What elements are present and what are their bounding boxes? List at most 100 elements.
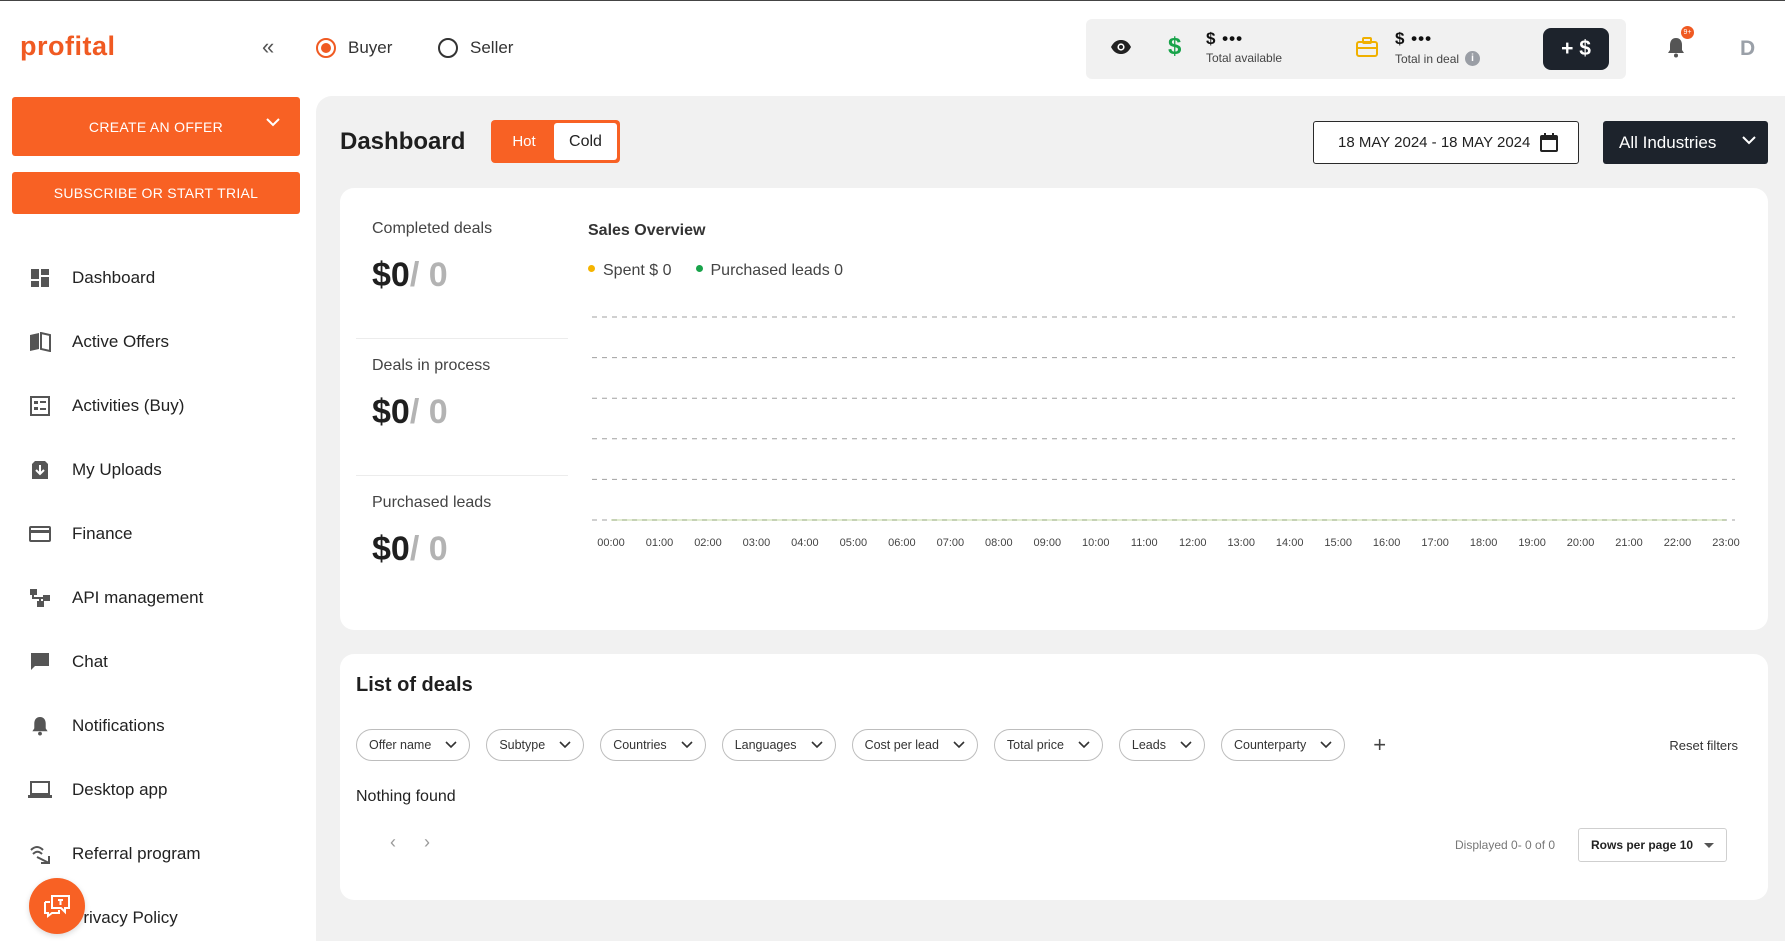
main-content: Dashboard Hot Cold 18 MAY 2024 - 18 MAY …	[316, 96, 1785, 941]
displayed-count: Displayed 0- 0 of 0	[1455, 838, 1556, 852]
sidebar-item-chat[interactable]: Chat	[0, 630, 316, 694]
x-tick-label: 03:00	[743, 537, 771, 549]
industry-value: All Industries	[1619, 132, 1717, 152]
chevron-down-icon	[953, 741, 965, 749]
sidebar-item-dashboard[interactable]: Dashboard	[0, 246, 316, 310]
x-tick-label: 17:00	[1421, 537, 1449, 549]
role-seller-radio[interactable]: Seller	[438, 38, 513, 58]
bell-icon[interactable]	[1667, 37, 1685, 58]
hot-tab[interactable]: Hot	[494, 123, 554, 160]
api-icon	[28, 586, 52, 610]
legend-dot	[588, 265, 595, 273]
filter-leads[interactable]: Leads	[1118, 729, 1205, 761]
x-tick-label: 06:00	[888, 537, 916, 549]
role-buyer-radio[interactable]: Buyer	[316, 38, 392, 58]
empty-state-text: Nothing found	[356, 788, 456, 805]
sidebar-item-label: Dashboard	[72, 268, 156, 287]
x-tick-label: 19:00	[1518, 537, 1546, 549]
sidebar-item-label: Privacy Policy	[72, 908, 178, 927]
rows-per-page-select[interactable]: Rows per page 10	[1578, 828, 1727, 862]
legend-item-purchased-leads[interactable]: Purchased leads 0	[695, 262, 843, 280]
divider	[356, 338, 568, 339]
divider	[356, 475, 568, 476]
filter-languages[interactable]: Languages	[721, 729, 836, 761]
support-chat-button[interactable]	[29, 878, 85, 934]
sidebar-item-label: Finance	[72, 524, 133, 543]
deals-title: List of deals	[356, 674, 473, 696]
briefcase-icon	[1356, 37, 1378, 57]
x-tick-label: 08:00	[985, 537, 1013, 549]
chevron-down-icon	[810, 741, 823, 749]
sidebar-item-active-offers[interactable]: Active Offers	[0, 310, 316, 374]
prev-page-icon[interactable]: ‹	[390, 832, 396, 853]
x-tick-label: 12:00	[1179, 537, 1207, 549]
filter-counterparty[interactable]: Counterparty	[1220, 729, 1346, 761]
radio-selected-icon[interactable]	[316, 38, 336, 58]
eye-icon[interactable]	[1110, 39, 1132, 55]
sidebar-item-label: Desktop app	[72, 780, 168, 799]
info-icon[interactable]: i	[1465, 51, 1481, 66]
profital-logo[interactable]: profital	[20, 31, 116, 62]
chevron-down-icon	[559, 741, 571, 749]
legend-dot	[695, 265, 703, 273]
filter-countries[interactable]: Countries	[600, 729, 706, 761]
sidebar-item-label: Notifications	[72, 716, 165, 735]
create-offer-button[interactable]: CREATE AN OFFER	[12, 97, 300, 156]
add-funds-button[interactable]: + $	[1543, 28, 1609, 70]
stat-count: / 0	[409, 393, 448, 431]
sidebar-item-label: Active Offers	[72, 332, 169, 351]
sidebar-item-finance[interactable]: Finance	[0, 502, 316, 566]
sidebar-item-activities[interactable]: Activities (Buy)	[0, 374, 316, 438]
filter-offer-name[interactable]: Offer name	[356, 729, 471, 761]
radio-unselected-icon[interactable]	[438, 38, 458, 58]
filter-subtype[interactable]: Subtype	[486, 729, 585, 761]
filter-cost-per-lead[interactable]: Cost per lead	[851, 729, 978, 761]
notification-badge: 9+	[1681, 26, 1694, 39]
chevron-down-icon	[1078, 741, 1090, 749]
total-available: $ ••• Total available	[1206, 29, 1282, 65]
chat-bubbles-icon	[44, 895, 70, 918]
date-range-picker[interactable]: 18 MAY 2024 - 18 MAY 2024	[1313, 121, 1579, 164]
filter-label: Leads	[1131, 738, 1166, 752]
stat-value: $0/ 0	[360, 256, 570, 295]
bell-icon	[28, 714, 52, 738]
chevron-down-icon	[681, 741, 693, 749]
stat-count: / 0	[409, 530, 448, 568]
stat-label: Purchased leads	[372, 494, 492, 511]
sidebar-item-my-uploads[interactable]: My Uploads	[0, 438, 316, 502]
x-tick-label: 09:00	[1034, 537, 1062, 549]
filter-total-price[interactable]: Total price	[993, 729, 1103, 761]
sidebar-item-label: Chat	[72, 652, 108, 671]
filter-label: Cost per lead	[864, 738, 939, 752]
sidebar-item-notifications[interactable]: Notifications	[0, 694, 316, 758]
x-tick-label: 22:00	[1664, 537, 1692, 549]
chevron-down-icon	[1180, 741, 1192, 749]
sidebar-item-desktop-app[interactable]: Desktop app	[0, 758, 316, 822]
stat-label: Deals in process	[372, 357, 491, 374]
industry-select[interactable]: All Industries	[1603, 121, 1768, 164]
reset-filters-button[interactable]: Reset filters	[1669, 738, 1738, 753]
avatar[interactable]: D	[1740, 37, 1755, 61]
subscribe-button[interactable]: SUBSCRIBE OR START TRIAL	[12, 172, 300, 214]
stat-label: Completed deals	[372, 220, 493, 237]
add-filter-icon[interactable]: +	[1373, 732, 1386, 758]
legend-item-spent[interactable]: Spent $ 0	[588, 262, 672, 280]
x-tick-label: 02:00	[694, 537, 722, 549]
filter-label: Countries	[613, 738, 667, 752]
filter-label: Offer name	[369, 738, 432, 752]
caret-down-icon	[1704, 843, 1714, 848]
x-tick-label: 14:00	[1276, 537, 1304, 549]
collapse-sidebar-icon[interactable]: «	[262, 36, 274, 58]
total-available-value: $ •••	[1206, 29, 1244, 48]
sidebar-item-label: Activities (Buy)	[72, 396, 185, 415]
sidebar-item-referral-program[interactable]: Referral program	[0, 822, 316, 886]
stat-amount: $0	[372, 530, 410, 568]
next-page-icon[interactable]: ›	[424, 832, 430, 853]
purchased-leads-stat: Purchased leads $0/ 0	[360, 494, 570, 569]
x-tick-label: 07:00	[937, 537, 965, 549]
x-tick-label: 11:00	[1131, 537, 1158, 549]
cold-tab[interactable]: Cold	[554, 123, 617, 160]
sidebar-item-api-management[interactable]: API management	[0, 566, 316, 630]
sidebar-item-label: API management	[72, 588, 204, 607]
filter-label: Languages	[734, 738, 797, 752]
